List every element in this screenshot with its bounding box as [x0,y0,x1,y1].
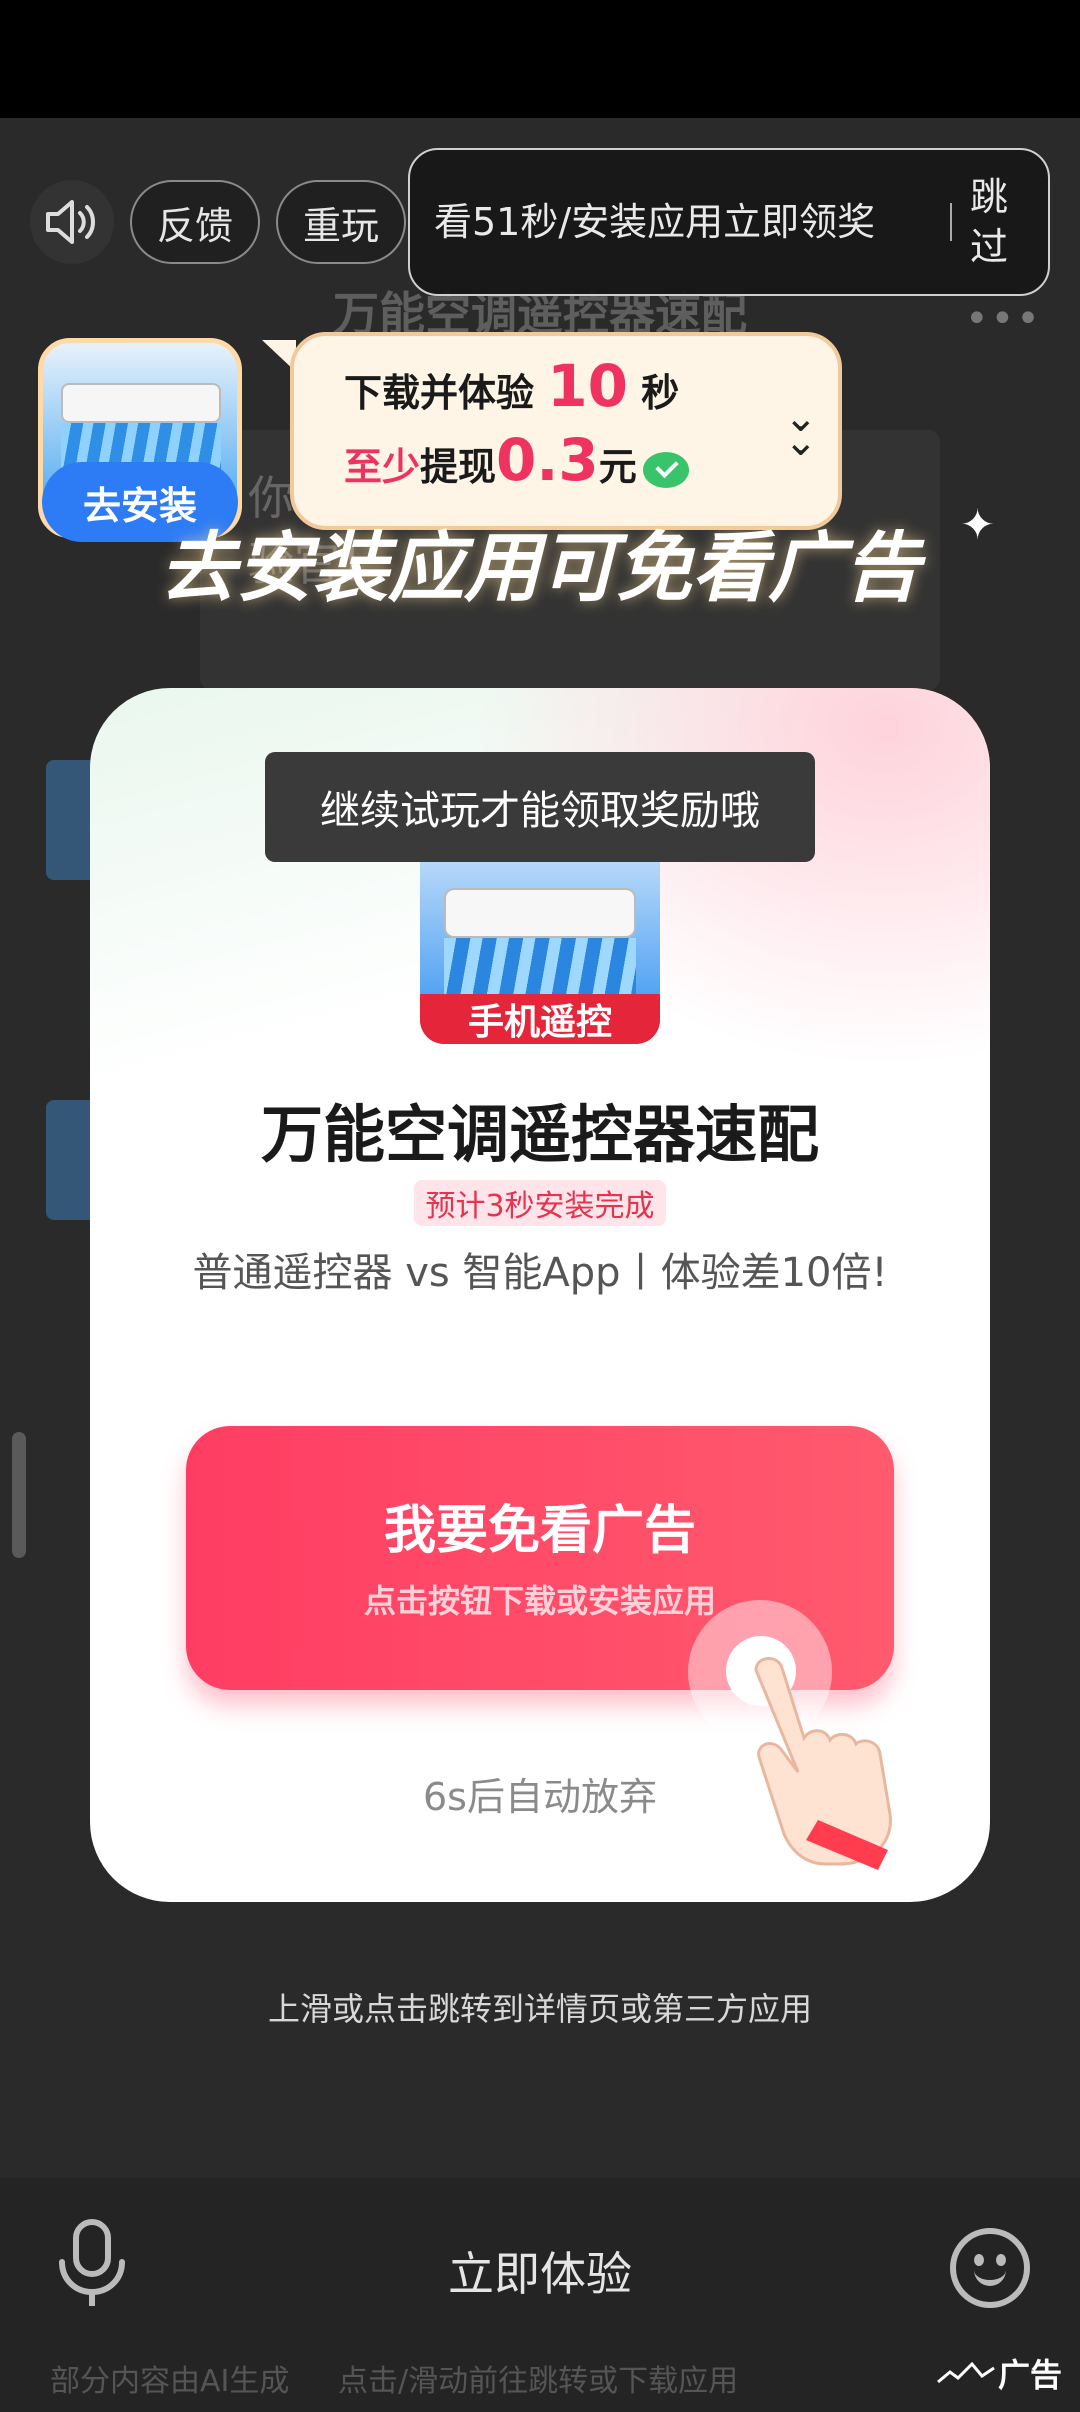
air-conditioner-icon [61,383,221,423]
status-bar [0,0,1080,118]
speaker-icon [46,200,95,244]
bubble-text: 至少 [344,445,421,489]
pointing-hand-icon [754,1657,892,1870]
sound-button[interactable] [30,180,114,264]
bubble-line-2: 至少提现0.3元 [344,426,689,494]
reward-timer-text: 看51秒/安装应用立即领奖 [434,200,876,244]
sparkle-icon: ✦ [960,500,996,549]
bubble-seconds: 10 [547,352,628,420]
reward-timer: 看51秒/安装应用立即领奖 跳过 [408,148,1050,296]
toast-message: 继续试玩才能领取奖励哦 [265,752,815,862]
bubble-line-1: 下载并体验 10 秒 [344,352,679,420]
bubble-text: 提现 [420,445,497,489]
emoji-icon[interactable] [950,2228,1030,2308]
cta-title: 我要免看广告 [383,1501,696,1561]
ai-generated-note: 部分内容由AI生成 [50,2364,290,2399]
jump-note: 点击/滑动前往跳转或下载应用 [338,2364,739,2399]
swipe-hint: 上滑或点击跳转到详情页或第三方应用 [267,1990,812,2028]
ad-label: 广告 [998,2356,1063,2394]
bubble-text: 秒 [641,371,680,415]
emoji-mouth [974,2268,1006,2286]
ad-chart-icon [937,2362,995,2384]
replay-button[interactable]: 重玩 [276,180,406,264]
air-conditioner-icon [444,888,636,938]
scroll-indicator[interactable] [12,1432,26,1558]
feedback-button[interactable]: 反馈 [130,180,260,264]
install-time-badge: 预计3秒安装完成 [414,1180,666,1226]
wechat-pay-icon [642,451,689,488]
app-description: 普通遥控器 vs 智能App丨体验差10倍! [192,1250,888,1296]
skip-button[interactable]: 跳过 [970,172,1024,272]
bubble-amount: 0.3 [496,426,599,494]
app-name: 万能空调遥控器速配 [260,1098,819,1171]
headline: 去安装应用可免看广告 [160,523,920,612]
try-now-button[interactable]: 立即体验 [0,2238,1080,2304]
chevron-double-down-icon[interactable]: ⌄ ⌄ [784,398,818,462]
divider [950,203,952,241]
airflow-graphic [444,938,636,998]
app-icon-tag: 手机遥控 [420,994,660,1044]
bubble-text: 元 [598,445,637,489]
reward-bubble[interactable]: 下载并体验 10 秒 至少提现0.3元 ⌄ ⌄ [290,332,842,530]
bubble-text: 下载并体验 [344,371,535,415]
more-icon[interactable]: ••• [965,296,1042,342]
